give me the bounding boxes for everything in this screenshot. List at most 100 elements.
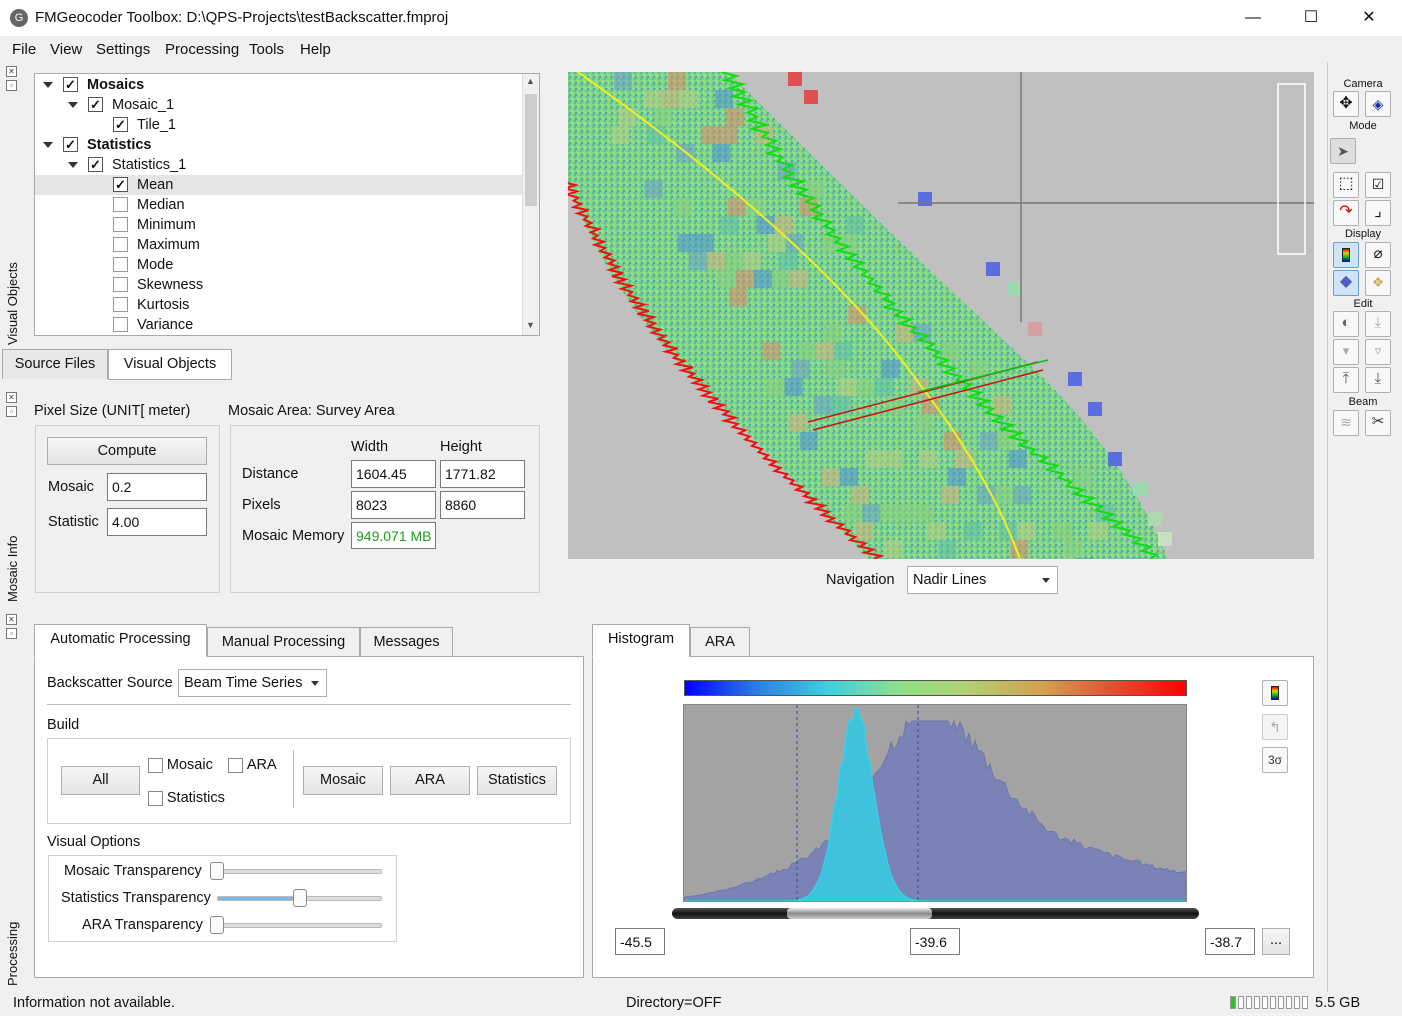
select-mode-button[interactable]: ➤ (1330, 138, 1356, 164)
menu-tools[interactable]: Tools (249, 41, 284, 58)
tree-item[interactable]: Kurtosis (35, 295, 522, 315)
rect-select-button[interactable]: ⬚ (1333, 172, 1359, 198)
tree-item[interactable]: ✓ Tile_1 (35, 115, 522, 135)
dock-float-icon[interactable]: ▫ (6, 80, 17, 91)
download-edit-button[interactable]: ⤓ (1365, 311, 1391, 337)
filter-down-button[interactable]: ▾ (1333, 339, 1359, 365)
dock-close-icon[interactable]: ✕ (6, 66, 17, 77)
statistics-transparency-handle[interactable] (292, 889, 307, 907)
menu-file[interactable]: File (12, 41, 36, 58)
move-bottom-button[interactable]: ⤓ (1365, 367, 1391, 393)
visual-objects-tree[interactable]: ✓ Mosaics ✓ Mosaic_1 ✓ Tile_1 ✓ Statistics ✓ Stat… (34, 73, 540, 336)
checkbox-icon[interactable] (113, 197, 128, 212)
map-view[interactable] (568, 72, 1314, 559)
distance-height-field[interactable]: 1771.82 (440, 460, 525, 488)
expand-arrow-icon[interactable] (43, 142, 53, 148)
range-slider-handle[interactable] (787, 908, 932, 919)
checkbox-icon[interactable]: ✓ (113, 117, 128, 132)
close-button[interactable]: ✕ (1340, 0, 1398, 36)
tree-item[interactable]: Maximum (35, 235, 522, 255)
range-max-field[interactable]: -38.7 (1205, 928, 1255, 955)
build-mosaic-checkbox[interactable]: Mosaic (148, 756, 213, 773)
menu-view[interactable]: View (50, 41, 82, 58)
expand-arrow-icon[interactable] (68, 162, 78, 168)
tab-manual-processing[interactable]: Manual Processing (207, 627, 360, 657)
tree-item[interactable]: ✓ Mosaic_1 (35, 95, 522, 115)
check-select-button[interactable]: ☑ (1365, 172, 1391, 198)
ara-transparency-handle[interactable] (210, 916, 224, 934)
checkbox-icon[interactable]: ✓ (63, 137, 78, 152)
histogram-more-button[interactable]: ... (1262, 928, 1290, 955)
color-palette-button[interactable] (1262, 680, 1288, 706)
dock-close-icon[interactable]: ✕ (6, 614, 17, 625)
checkbox-icon[interactable] (148, 790, 163, 806)
scroll-up-icon[interactable]: ▲ (526, 76, 535, 86)
tab-automatic-processing[interactable]: Automatic Processing (34, 624, 207, 657)
path-mode-button[interactable]: ↷ (1333, 200, 1359, 226)
tree-item[interactable]: Skewness (35, 275, 522, 295)
checkbox-icon[interactable]: ✓ (63, 77, 78, 92)
tree-item[interactable]: Mode (35, 255, 522, 275)
menu-settings[interactable]: Settings (96, 41, 150, 58)
mosaic-transparency-handle[interactable] (210, 862, 224, 880)
backscatter-source-select[interactable]: Beam Time Series (178, 669, 327, 697)
mosaic-transparency-slider[interactable] (217, 869, 382, 874)
backscatter-mosaic-canvas[interactable] (568, 72, 1314, 559)
corner-mode-button[interactable]: ⌟ (1365, 200, 1391, 226)
range-mid-field[interactable]: -39.6 (910, 928, 960, 955)
mosaic-pixel-size-input[interactable]: 0.2 (107, 473, 207, 501)
tree-item[interactable]: ✓ Mosaics (35, 75, 522, 95)
texture-display-button[interactable]: ❖ (1365, 270, 1391, 296)
tab-messages[interactable]: Messages (360, 627, 453, 657)
ara-transparency-slider[interactable] (217, 923, 382, 928)
checkbox-icon[interactable] (228, 757, 243, 773)
tree-item[interactable]: Minimum (35, 215, 522, 235)
beam-cut-button[interactable]: ✂ (1365, 410, 1391, 436)
tree-item[interactable]: Variance (35, 315, 522, 335)
scroll-down-icon[interactable]: ▼ (526, 320, 535, 330)
filter-down-2-button[interactable]: ▿ (1365, 339, 1391, 365)
tree-item[interactable]: ✓ Statistics_1 (35, 155, 522, 175)
colormap-display-button[interactable] (1333, 242, 1359, 268)
tab-ara[interactable]: ARA (690, 627, 750, 657)
minimize-button[interactable]: — (1224, 0, 1282, 36)
histogram-plot[interactable] (683, 704, 1187, 902)
pixels-width-field[interactable]: 8023 (351, 491, 436, 519)
menu-processing[interactable]: Processing (165, 41, 239, 58)
dock-float-icon[interactable]: ▫ (6, 628, 17, 639)
3d-display-button[interactable]: ◆ (1333, 270, 1359, 296)
dock-close-icon[interactable]: ✕ (6, 392, 17, 403)
build-statistics-button[interactable]: Statistics (477, 766, 557, 795)
checkbox-icon[interactable] (113, 237, 128, 252)
checkbox-icon[interactable] (113, 257, 128, 272)
build-ara-checkbox[interactable]: ARA (228, 756, 277, 773)
checkbox-icon[interactable]: ✓ (113, 177, 128, 192)
checkbox-icon[interactable] (148, 757, 163, 773)
reset-range-button[interactable]: ↰ (1262, 714, 1288, 740)
checkbox-icon[interactable] (113, 317, 128, 332)
expand-arrow-icon[interactable] (43, 82, 53, 88)
tree-scrollbar[interactable]: ▲ ▼ (522, 74, 539, 335)
checkbox-icon[interactable] (113, 277, 128, 292)
camera-reset-button[interactable]: ◈ (1365, 91, 1391, 117)
contrast-edit-button[interactable]: ◐ (1333, 311, 1359, 337)
tab-histogram[interactable]: Histogram (592, 624, 690, 657)
scroll-thumb[interactable] (525, 94, 537, 206)
camera-orbit-button[interactable]: ✥ (1333, 91, 1359, 117)
navigation-select[interactable]: Nadir Lines (907, 566, 1058, 594)
build-mosaic-button[interactable]: Mosaic (303, 766, 383, 795)
distance-width-field[interactable]: 1604.45 (351, 460, 436, 488)
maximize-button[interactable]: ☐ (1282, 0, 1340, 36)
checkbox-icon[interactable] (113, 297, 128, 312)
tree-item[interactable]: ✓ Statistics (35, 135, 522, 155)
range-slider-track[interactable] (672, 908, 1199, 919)
range-min-field[interactable]: -45.5 (615, 928, 665, 955)
dock-float-icon[interactable]: ▫ (6, 406, 17, 417)
hide-display-button[interactable]: ⌀ (1365, 242, 1391, 268)
checkbox-icon[interactable]: ✓ (88, 157, 103, 172)
beam-pattern-button[interactable]: ≋ (1333, 410, 1359, 436)
build-statistics-checkbox[interactable]: Statistics (148, 789, 225, 806)
checkbox-icon[interactable]: ✓ (88, 97, 103, 112)
tree-item[interactable]: Median (35, 195, 522, 215)
pixels-height-field[interactable]: 8860 (440, 491, 525, 519)
